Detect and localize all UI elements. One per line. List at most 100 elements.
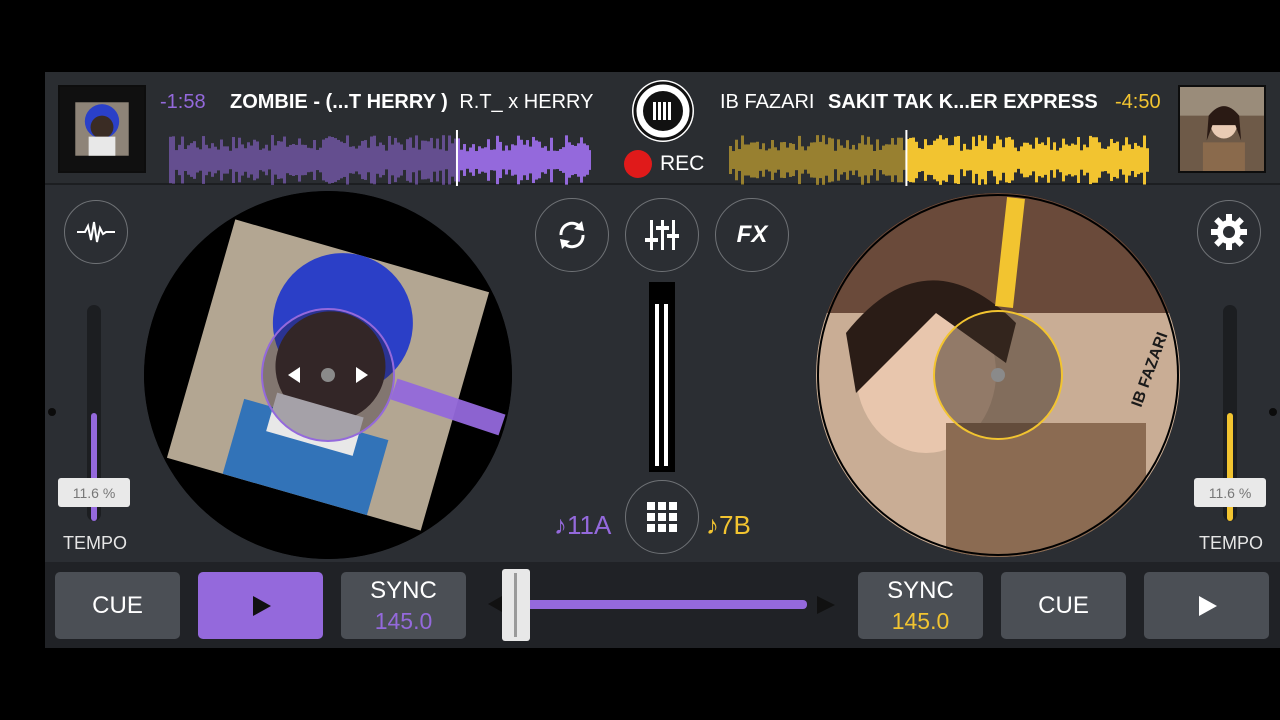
track-info-right[interactable]: IB FAZARI SAKIT TAK K...ER EXPRESS <box>720 91 1098 114</box>
tempo-value-left[interactable]: 11.6 % <box>58 478 130 507</box>
waveform-bar <box>556 150 559 170</box>
waveform-bar <box>912 137 915 183</box>
grid-button[interactable] <box>625 480 699 554</box>
waveform-bar <box>993 143 996 177</box>
waveform-bar <box>1089 135 1092 185</box>
waveform-bar <box>184 148 187 172</box>
waveform-bar <box>334 138 337 182</box>
waveform-bar <box>367 147 370 173</box>
waveform-bar <box>777 150 780 170</box>
sync-button-right[interactable]: SYNC 145.0 <box>858 572 983 639</box>
settings-button[interactable] <box>1197 200 1261 264</box>
play-button-left[interactable] <box>198 572 323 639</box>
play-button-right[interactable] <box>1144 572 1269 639</box>
waveform-bar <box>559 149 562 171</box>
waveform-bar <box>894 144 897 176</box>
record-icon[interactable] <box>632 80 694 142</box>
waveform-bar <box>963 143 966 177</box>
waveform-bar <box>762 143 765 177</box>
waveform-bar <box>954 136 957 184</box>
waveform-bar <box>463 144 466 176</box>
waveform-bar <box>481 148 484 172</box>
waveform-bar <box>813 142 816 178</box>
waveform-bar <box>1005 137 1008 183</box>
tempo-value-right[interactable]: 11.6 % <box>1194 478 1266 507</box>
waveform-bar <box>1116 141 1119 179</box>
waveform-bar <box>577 143 580 177</box>
waveform-bar <box>232 137 235 183</box>
waveform-bar <box>418 149 421 171</box>
waveform-bar <box>804 150 807 170</box>
cover-art-left[interactable] <box>58 85 146 173</box>
waveform-bar <box>322 139 325 181</box>
waveform-bar <box>193 141 196 179</box>
waveform-bar <box>1131 148 1134 172</box>
playhead-marker <box>455 130 458 186</box>
cover-art-right[interactable] <box>1178 85 1266 173</box>
gear-icon <box>1211 214 1247 250</box>
crossfader-right-arrow <box>817 596 835 614</box>
key-left[interactable]: ♪11A <box>554 510 611 541</box>
waveform-bar <box>1068 145 1071 175</box>
cue-button-right[interactable]: CUE <box>1001 572 1126 639</box>
vu-bar-left <box>655 304 659 466</box>
waveform-bar <box>861 135 864 185</box>
waveform-bar <box>1020 146 1023 174</box>
track-info-left[interactable]: ZOMBIE - (...T HERRY ) R.T_ x HERRY <box>230 91 593 114</box>
waveform-bar <box>499 141 502 179</box>
waveform-bar <box>517 135 520 185</box>
fx-button[interactable]: FX <box>715 198 789 272</box>
waveform-bar <box>562 147 565 173</box>
waveform-bar <box>1125 137 1128 183</box>
waveform-bar <box>343 143 346 177</box>
platter-right[interactable]: IB FAZARI <box>816 193 1180 557</box>
waveform-bar <box>900 137 903 183</box>
waveform-bar <box>436 138 439 182</box>
platter-left[interactable] <box>144 191 512 559</box>
waveform-bar <box>472 144 475 176</box>
waveform-bar <box>1074 144 1077 176</box>
waveform-bar <box>445 150 448 170</box>
crossfader-track[interactable] <box>515 600 807 609</box>
waveform-bar <box>1107 146 1110 174</box>
waveform-bar <box>244 148 247 172</box>
waveform-bar <box>957 136 960 184</box>
waveform-bar <box>280 141 283 179</box>
waveform-left[interactable] <box>169 130 591 186</box>
waveform-bar <box>939 135 942 185</box>
key-right[interactable]: ♪7B <box>706 510 751 541</box>
waveform-bar <box>340 141 343 179</box>
waveform-bar <box>199 149 202 171</box>
waveform-bar <box>382 144 385 176</box>
sync-loop-button[interactable] <box>535 198 609 272</box>
waveform-bar <box>430 137 433 183</box>
waveform-bar <box>550 137 553 183</box>
waveform-bar <box>1023 142 1026 178</box>
waveform-bar <box>292 144 295 176</box>
waveform-bar <box>391 144 394 176</box>
record-button[interactable] <box>624 150 652 178</box>
waveform-bar <box>1029 144 1032 176</box>
crossfader-handle[interactable] <box>501 569 530 641</box>
waveform-bar <box>535 140 538 180</box>
waveform-bar <box>388 135 391 185</box>
waveform-bar <box>1119 150 1122 170</box>
waveform-bar <box>364 140 367 180</box>
waveform-bar <box>373 135 376 185</box>
cue-button-left[interactable]: CUE <box>55 572 180 639</box>
waveform-bar <box>1095 137 1098 183</box>
waveform-bar <box>301 144 304 176</box>
waveform-bar <box>424 140 427 180</box>
waveform-bar <box>921 148 924 172</box>
waveform-bar <box>397 142 400 178</box>
sync-button-left[interactable]: SYNC 145.0 <box>341 572 466 639</box>
waveform-bar <box>1143 135 1146 185</box>
mixer-button[interactable] <box>625 198 699 272</box>
waveform-bar <box>256 141 259 179</box>
waveform-bar <box>768 148 771 172</box>
waveform-bar <box>484 147 487 173</box>
waveform-bar <box>580 137 583 183</box>
waveform-right[interactable] <box>729 130 1149 186</box>
waveform-view-button[interactable] <box>64 200 128 264</box>
waveform-bar <box>235 148 238 172</box>
